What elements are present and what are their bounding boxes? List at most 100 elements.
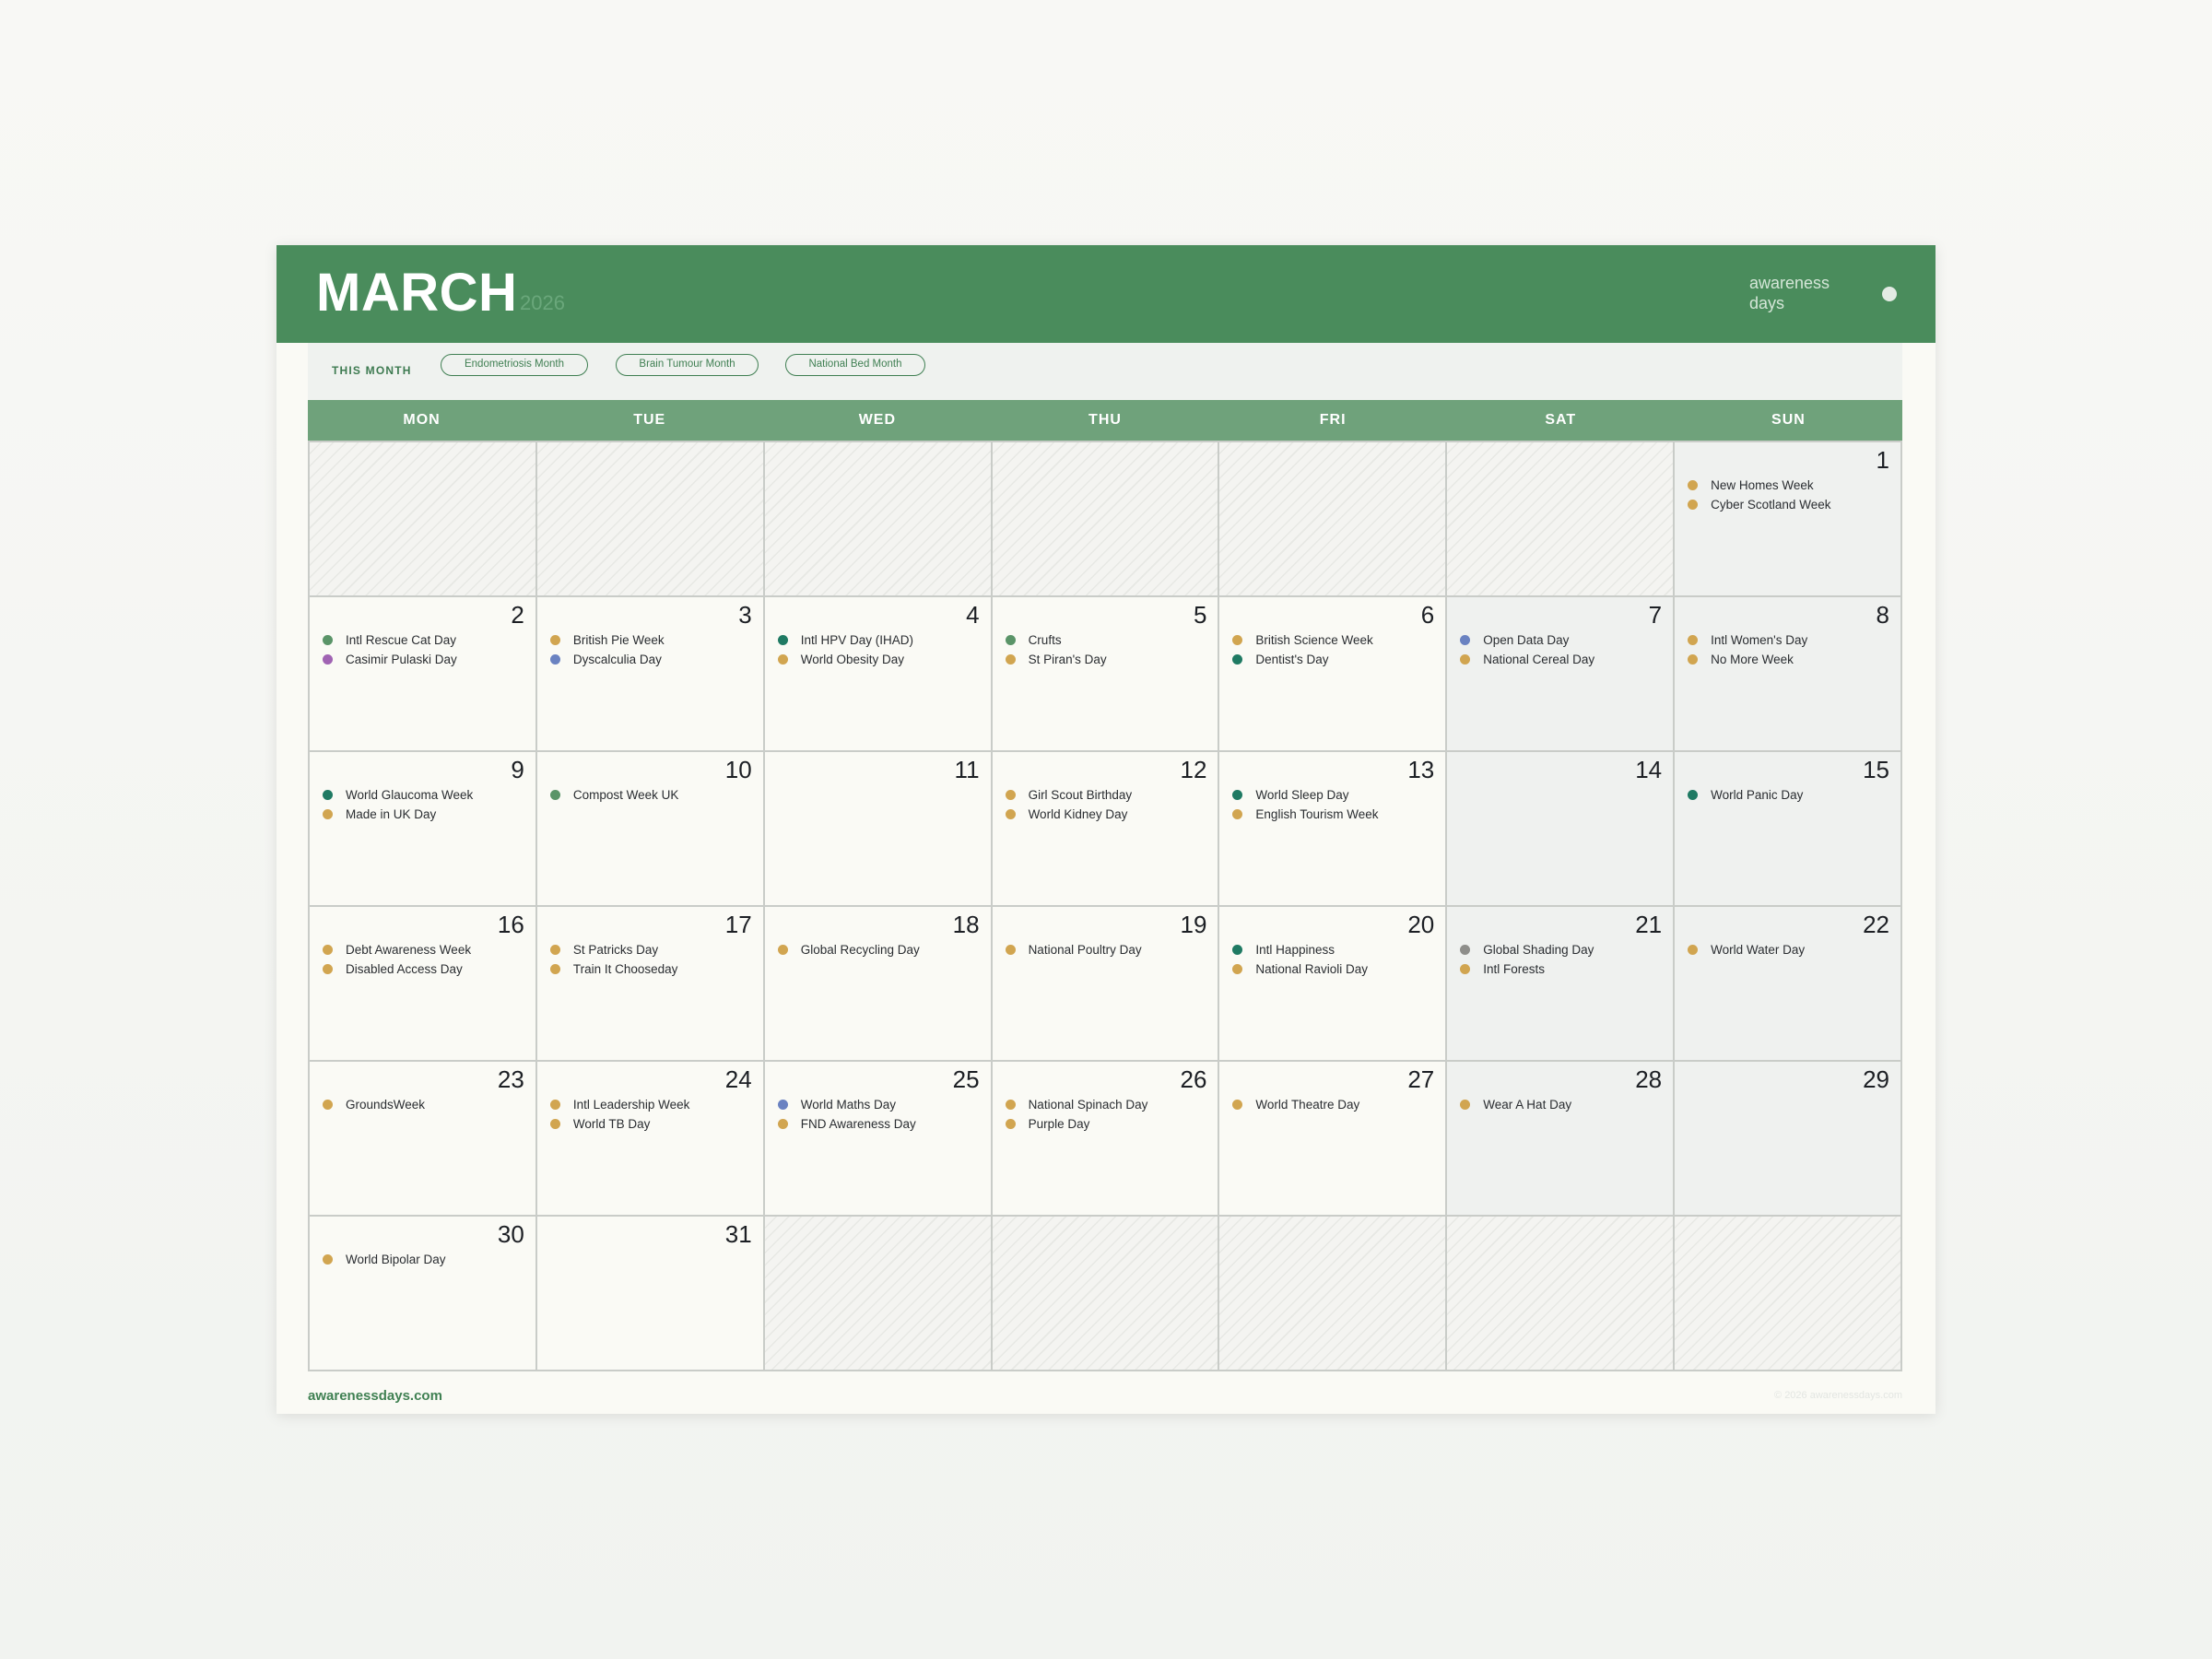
event-item[interactable]: World Water Day [1688, 940, 1893, 959]
footer-site-link[interactable]: awarenessdays.com [308, 1388, 442, 1404]
event-item[interactable]: Made in UK Day [323, 805, 528, 824]
event-item[interactable]: Cyber Scotland Week [1688, 495, 1893, 514]
day-cell[interactable]: 5 Crufts St Piran's Day [992, 597, 1220, 752]
event-item[interactable]: British Science Week [1232, 630, 1438, 650]
day-cell[interactable]: 14 [1447, 752, 1676, 907]
event-item[interactable]: Debt Awareness Week [323, 940, 528, 959]
day-cell[interactable]: 2 Intl Rescue Cat Day Casimir Pulaski Day [310, 597, 537, 752]
event-item[interactable]: World Theatre Day [1232, 1095, 1438, 1114]
day-cell[interactable]: 27 World Theatre Day [1219, 1062, 1448, 1217]
empty-day-cell [1675, 1217, 1902, 1371]
day-cell[interactable]: 26 National Spinach Day Purple Day [992, 1062, 1220, 1217]
event-list: British Science Week Dentist's Day [1232, 630, 1438, 669]
event-item[interactable]: FND Awareness Day [777, 1114, 983, 1134]
event-item[interactable]: Dyscalculia Day [549, 650, 756, 669]
day-cell[interactable]: 18 Global Recycling Day [764, 907, 993, 1062]
day-cell[interactable]: 13 World Sleep Day English Tourism Week [1219, 752, 1448, 907]
event-item[interactable]: Wear A Hat Day [1460, 1095, 1665, 1114]
empty-day-cell [1447, 1217, 1676, 1371]
day-cell[interactable]: 6 British Science Week Dentist's Day [1219, 597, 1448, 752]
day-cell[interactable]: 30 World Bipolar Day [310, 1217, 537, 1371]
day-cell[interactable]: 1 New Homes Week Cyber Scotland Week [1675, 442, 1902, 597]
day-number: 14 [1635, 756, 1663, 783]
event-item[interactable]: Intl Women's Day [1688, 630, 1893, 650]
event-name: Open Data Day [1483, 633, 1570, 647]
day-cell[interactable]: 31 [536, 1217, 765, 1371]
category-dot-icon [1688, 634, 1699, 645]
day-cell[interactable]: 24 Intl Leadership Week World TB Day [536, 1062, 765, 1217]
event-item[interactable]: New Homes Week [1688, 476, 1893, 495]
day-cell[interactable]: 19 National Poultry Day [992, 907, 1220, 1062]
event-item[interactable]: Global Shading Day [1460, 940, 1665, 959]
event-item[interactable]: National Ravioli Day [1232, 959, 1438, 979]
event-name: St Patricks Day [572, 943, 659, 957]
event-item[interactable]: Intl Leadership Week [549, 1095, 756, 1114]
event-item[interactable]: World TB Day [549, 1114, 756, 1134]
day-cell[interactable]: 9 World Glaucoma Week Made in UK Day [310, 752, 537, 907]
event-item[interactable]: Train It Chooseday [549, 959, 756, 979]
event-item[interactable]: Intl Happiness [1232, 940, 1438, 959]
day-cell[interactable]: 10 Compost Week UK [536, 752, 765, 907]
event-item[interactable]: English Tourism Week [1232, 805, 1438, 824]
event-item[interactable]: Intl Rescue Cat Day [323, 630, 528, 650]
day-cell[interactable]: 7 Open Data Day National Cereal Day [1447, 597, 1676, 752]
event-item[interactable]: St Piran's Day [1005, 650, 1211, 669]
day-cell[interactable]: 23 GroundsWeek [310, 1062, 537, 1217]
month-pill[interactable]: Endometriosis Month [441, 354, 588, 376]
event-item[interactable]: Purple Day [1005, 1114, 1211, 1134]
category-dot-icon [777, 634, 788, 645]
category-dot-icon [549, 1099, 560, 1110]
day-cell[interactable]: 3 British Pie Week Dyscalculia Day [536, 597, 765, 752]
event-item[interactable]: Intl HPV Day (IHAD) [777, 630, 983, 650]
event-item[interactable]: National Spinach Day [1005, 1095, 1211, 1114]
day-cell[interactable]: 28 Wear A Hat Day [1447, 1062, 1676, 1217]
event-name: FND Awareness Day [800, 1117, 916, 1131]
day-cell[interactable]: 29 [1675, 1062, 1902, 1217]
day-cell[interactable]: 4 Intl HPV Day (IHAD) World Obesity Day [764, 597, 993, 752]
event-item[interactable]: Crufts [1005, 630, 1211, 650]
category-dot-icon [549, 963, 560, 974]
category-dot-icon [1460, 963, 1471, 974]
event-item[interactable]: Casimir Pulaski Day [323, 650, 528, 669]
event-item[interactable]: National Poultry Day [1005, 940, 1211, 959]
day-cell[interactable]: 16 Debt Awareness Week Disabled Access Day [310, 907, 537, 1062]
event-item[interactable]: World Panic Day [1688, 785, 1893, 805]
day-cell[interactable]: 8 Intl Women's Day No More Week [1675, 597, 1902, 752]
event-item[interactable]: World Bipolar Day [323, 1250, 528, 1269]
event-item[interactable]: World Glaucoma Week [323, 785, 528, 805]
day-cell[interactable]: 21 Global Shading Day Intl Forests [1447, 907, 1676, 1062]
category-dot-icon [1232, 944, 1243, 955]
event-name: Girl Scout Birthday [1028, 788, 1133, 802]
day-cell[interactable]: 25 World Maths Day FND Awareness Day [764, 1062, 993, 1217]
category-dot-icon [777, 653, 788, 665]
event-item[interactable]: World Obesity Day [777, 650, 983, 669]
day-number: 2 [511, 601, 524, 629]
event-item[interactable]: World Kidney Day [1005, 805, 1211, 824]
event-item[interactable]: GroundsWeek [323, 1095, 528, 1114]
category-dot-icon [1232, 963, 1243, 974]
day-cell[interactable]: 15 World Panic Day [1675, 752, 1902, 907]
event-item[interactable]: St Patricks Day [549, 940, 756, 959]
event-item[interactable]: No More Week [1688, 650, 1893, 669]
event-list: World Panic Day [1688, 785, 1893, 805]
event-item[interactable]: Compost Week UK [549, 785, 756, 805]
event-item[interactable]: Global Recycling Day [777, 940, 983, 959]
category-dot-icon [323, 944, 333, 955]
event-item[interactable]: Open Data Day [1460, 630, 1665, 650]
month-pill[interactable]: National Bed Month [785, 354, 925, 376]
event-item[interactable]: Dentist's Day [1232, 650, 1438, 669]
event-name: National Poultry Day [1028, 943, 1142, 957]
day-cell[interactable]: 17 St Patricks Day Train It Chooseday [536, 907, 765, 1062]
event-item[interactable]: World Sleep Day [1232, 785, 1438, 805]
event-item[interactable]: British Pie Week [549, 630, 756, 650]
event-item[interactable]: World Maths Day [777, 1095, 983, 1114]
month-pill[interactable]: Brain Tumour Month [616, 354, 759, 376]
day-cell[interactable]: 20 Intl Happiness National Ravioli Day [1219, 907, 1448, 1062]
event-item[interactable]: Disabled Access Day [323, 959, 528, 979]
day-cell[interactable]: 12 Girl Scout Birthday World Kidney Day [992, 752, 1220, 907]
event-item[interactable]: Girl Scout Birthday [1005, 785, 1211, 805]
event-item[interactable]: National Cereal Day [1460, 650, 1665, 669]
day-cell[interactable]: 22 World Water Day [1675, 907, 1902, 1062]
event-item[interactable]: Intl Forests [1460, 959, 1665, 979]
day-cell[interactable]: 11 [764, 752, 993, 907]
